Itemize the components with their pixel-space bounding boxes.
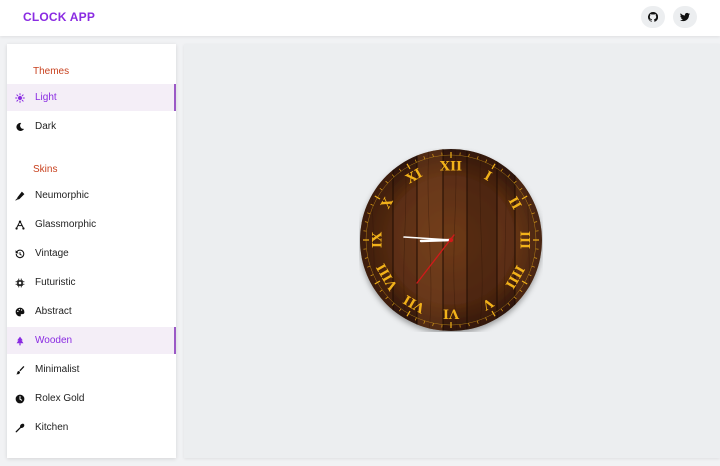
skin-item-minimalist[interactable]: Minimalist xyxy=(7,356,176,383)
skin-label-rolex-gold: Rolex Gold xyxy=(35,393,85,404)
numeral-vi: VI xyxy=(443,306,460,321)
skin-item-neumorphic[interactable]: Neumorphic xyxy=(7,182,176,209)
clock-canvas: XII I II III IIII V VI VII VIII IX X XI xyxy=(184,44,720,458)
clock-icon xyxy=(15,394,25,404)
skin-label-abstract: Abstract xyxy=(35,306,72,317)
app-title[interactable]: CLOCK APP xyxy=(23,10,95,24)
theme-item-dark[interactable]: Dark xyxy=(7,113,176,140)
skin-item-kitchen[interactable]: Kitchen xyxy=(7,414,176,441)
numeral-ix: IX xyxy=(371,231,386,248)
github-button[interactable] xyxy=(641,6,665,28)
skin-item-abstract[interactable]: Abstract xyxy=(7,298,176,325)
sun-icon xyxy=(15,92,25,103)
skin-label-kitchen: Kitchen xyxy=(35,422,69,433)
palette-icon xyxy=(15,307,25,317)
skin-label-vintage: Vintage xyxy=(35,248,69,259)
skin-label-futuristic: Futuristic xyxy=(35,277,76,288)
spoon-icon xyxy=(15,423,25,433)
skin-item-rolex-gold[interactable]: Rolex Gold xyxy=(7,385,176,412)
numeral-iii: III xyxy=(517,231,532,249)
twitter-icon xyxy=(680,12,690,22)
moon-icon xyxy=(15,122,25,132)
top-bar: CLOCK APP xyxy=(0,0,720,36)
skin-item-vintage[interactable]: Vintage xyxy=(7,240,176,267)
skin-item-wooden[interactable]: Wooden xyxy=(7,327,176,354)
skin-label-minimalist: Minimalist xyxy=(35,364,80,375)
skin-item-futuristic[interactable]: Futuristic xyxy=(7,269,176,296)
history-icon xyxy=(15,249,25,259)
github-icon xyxy=(648,12,658,22)
sidebar: Themes Light Dark Skins Neumorphic Glass… xyxy=(7,44,176,458)
vector-icon xyxy=(15,219,25,230)
theme-label-dark: Dark xyxy=(35,121,57,132)
wooden-clock: XIIIIIIIIIIIIVVIVIIVIIIIXXXI xyxy=(360,149,542,331)
skin-label-neumorphic: Neumorphic xyxy=(35,190,89,201)
center-pin xyxy=(448,237,454,243)
tree-icon xyxy=(15,336,25,346)
pen-icon xyxy=(15,191,25,201)
brush-icon xyxy=(15,365,25,375)
theme-item-light[interactable]: Light xyxy=(7,84,176,111)
skin-item-glassmorphic[interactable]: Glassmorphic xyxy=(7,211,176,238)
skin-label-glassmorphic: Glassmorphic xyxy=(35,219,97,230)
theme-label-light: Light xyxy=(35,92,57,103)
skins-heading: Skins xyxy=(33,164,58,175)
numeral-xii: XII xyxy=(440,160,462,175)
skin-label-wooden: Wooden xyxy=(35,335,73,346)
themes-heading: Themes xyxy=(33,66,70,77)
chip-icon xyxy=(15,278,25,288)
twitter-button[interactable] xyxy=(673,6,697,28)
